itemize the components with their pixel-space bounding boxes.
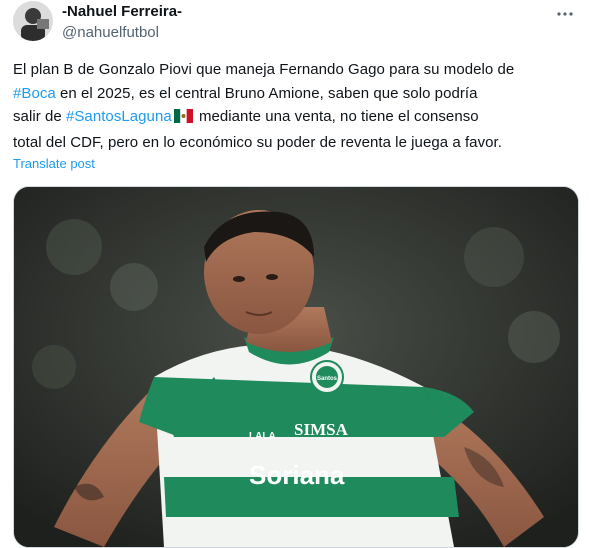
author-display-name[interactable]: -Nahuel Ferreira- xyxy=(62,2,182,22)
post-text-line: El plan B de Gonzalo Piovi que maneja Fe… xyxy=(13,58,579,82)
post-text-segment: El plan B de Gonzalo Piovi que maneja Fe… xyxy=(13,61,515,78)
jersey-sponsor-main: Soriana xyxy=(249,460,345,490)
post-text-segment: salir de xyxy=(13,108,66,125)
post-text: El plan B de Gonzalo Piovi que maneja Fe… xyxy=(13,58,579,154)
mexico-flag-icon xyxy=(173,107,193,131)
post-text-segment: mediante una venta, no tiene el consenso xyxy=(194,108,479,125)
avatar[interactable] xyxy=(13,1,53,41)
post-media[interactable]: Santos SIMSA LALA Soriana xyxy=(13,186,579,548)
more-horizontal-icon[interactable] xyxy=(555,4,575,24)
hashtag-link[interactable]: #SantosLaguna xyxy=(66,108,172,125)
hashtag-link[interactable]: #Boca xyxy=(13,85,56,102)
crest-text: Santos xyxy=(317,376,338,382)
post-text-line: total del CDF, pero en lo económico su p… xyxy=(13,131,579,155)
post-text-segment: total del CDF, pero en lo económico su p… xyxy=(13,133,502,151)
post-text-line: salir de #SantosLaguna mediante una vent… xyxy=(13,105,579,131)
tweet: -Nahuel Ferreira- @nahuelfutbol El plan … xyxy=(0,0,589,548)
jersey-sponsor-chest: SIMSA xyxy=(294,420,349,439)
player-photo: Santos SIMSA LALA Soriana xyxy=(14,187,578,547)
translate-post-link[interactable]: Translate post xyxy=(13,156,95,171)
post-text-segment: en el 2025, es el central Bruno Amione, … xyxy=(55,84,478,102)
post-text-line: #Boca en el 2025, es el central Bruno Am… xyxy=(13,82,579,106)
jersey-sponsor-small: LALA xyxy=(249,431,276,442)
author-block: -Nahuel Ferreira- @nahuelfutbol xyxy=(62,2,182,43)
avatar-image xyxy=(13,1,53,41)
author-handle[interactable]: @nahuelfutbol xyxy=(62,23,182,43)
